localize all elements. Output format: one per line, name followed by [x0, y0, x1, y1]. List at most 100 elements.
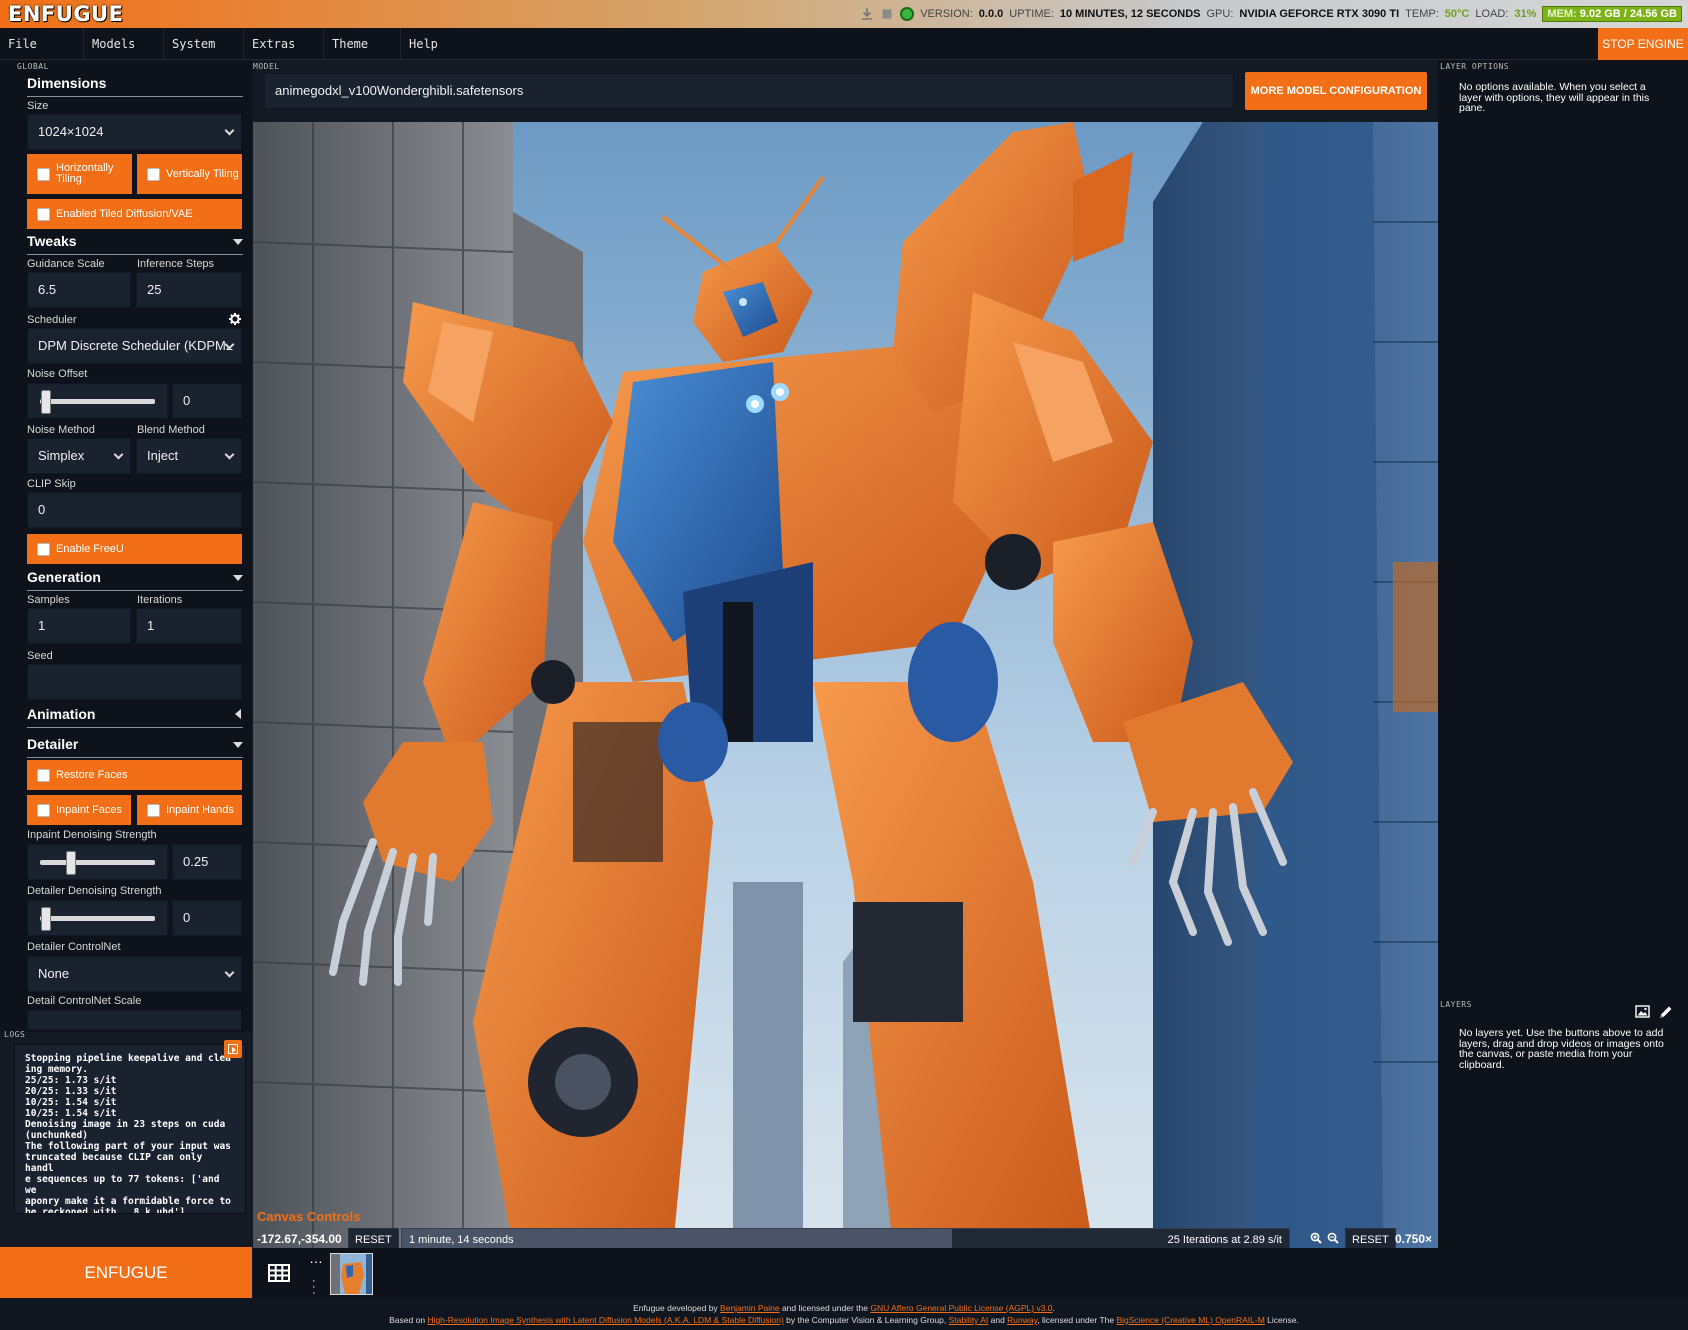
- caret-left-icon: [235, 709, 241, 719]
- restore-faces-checkbox[interactable]: Restore Faces: [27, 760, 242, 790]
- menu-theme[interactable]: Theme: [324, 28, 401, 60]
- dimensions-title: Dimensions: [27, 75, 107, 91]
- dimensions-header[interactable]: Dimensions: [27, 73, 243, 97]
- noise-offset-input[interactable]: 0: [172, 383, 242, 419]
- noise-offset-slider[interactable]: [27, 383, 168, 419]
- add-image-layer-icon[interactable]: [1635, 1005, 1650, 1018]
- download-icon[interactable]: [860, 7, 874, 21]
- footer-text: Based on: [389, 1315, 428, 1325]
- samples-label: Samples: [27, 594, 70, 606]
- samples-input[interactable]: 1: [27, 608, 131, 644]
- inference-steps-input[interactable]: 25: [136, 272, 242, 308]
- more-vertical-icon[interactable]: · · ·: [312, 1276, 316, 1299]
- reset-zoom-button[interactable]: RESET: [1345, 1228, 1396, 1250]
- layer-options-label: LAYER OPTIONS: [1440, 62, 1510, 71]
- checkbox-box[interactable]: [37, 768, 50, 782]
- detail-controlnet-scale-input[interactable]: [27, 1010, 242, 1030]
- size-label: Size: [27, 100, 49, 112]
- menu-file[interactable]: File: [0, 28, 84, 60]
- model-input[interactable]: animegodxl_v100Wonderghibli.safetensors: [264, 73, 1234, 109]
- inpaint-hands-checkbox[interactable]: Inpaint Hands: [137, 795, 242, 825]
- checkbox-box[interactable]: [37, 167, 50, 181]
- draw-layer-icon[interactable]: [1658, 1005, 1673, 1020]
- checkbox-box[interactable]: [37, 542, 50, 556]
- footer-text: by the Computer Vision & Learning Group,: [783, 1315, 949, 1325]
- enable-freeu-checkbox[interactable]: Enable FreeU: [27, 534, 242, 564]
- clip-skip-input[interactable]: 0: [27, 492, 242, 528]
- global-label: GLOBAL: [17, 62, 49, 71]
- menu-extras[interactable]: Extras: [244, 28, 324, 60]
- detailer-controlnet-value: None: [38, 966, 70, 981]
- detailer-controlnet-select[interactable]: None: [27, 956, 242, 992]
- iterations-input[interactable]: 1: [136, 608, 242, 644]
- inpaint-faces-checkbox[interactable]: Inpaint Faces: [27, 795, 131, 825]
- horizontally-tiling-label: Horizontally Tiling: [56, 162, 114, 185]
- generated-robot-image: [253, 122, 1438, 1248]
- reset-position-button[interactable]: RESET: [348, 1228, 399, 1250]
- checkbox-box[interactable]: [147, 167, 160, 181]
- openrail-link[interactable]: BigScience (Creative ML) OpenRAIL-M: [1116, 1315, 1264, 1325]
- canvas[interactable]: [253, 122, 1438, 1248]
- sample-thumbnail[interactable]: [330, 1253, 373, 1295]
- size-select[interactable]: 1024×1024: [27, 114, 242, 150]
- engine-status-icon: [900, 7, 915, 21]
- footer-text: and licensed under the: [779, 1303, 871, 1313]
- version-value: 0.0.0: [978, 8, 1004, 20]
- scheduler-select[interactable]: DPM Discrete Scheduler (KDPM2: [27, 328, 242, 364]
- tiled-diffusion-checkbox[interactable]: Enabled Tiled Diffusion/VAE: [27, 199, 242, 229]
- logs-output: Stopping pipeline keepalive and clea ing…: [14, 1044, 246, 1214]
- layers-text: No layers yet. Use the buttons above to …: [1459, 1027, 1664, 1071]
- chevron-down-icon: [224, 125, 235, 136]
- zoom-out-icon[interactable]: [1327, 1232, 1339, 1244]
- tweaks-title: Tweaks: [27, 233, 77, 249]
- menu-system[interactable]: System: [164, 28, 244, 60]
- detailer-denoising-slider[interactable]: [27, 900, 168, 936]
- runway-link[interactable]: Runway: [1007, 1315, 1037, 1325]
- progress-bar: 1 minute, 14 seconds 25 Iterations at 2.…: [401, 1228, 1290, 1250]
- horizontally-tiling-checkbox[interactable]: Horizontally Tiling: [27, 154, 132, 194]
- seed-input[interactable]: [27, 664, 242, 700]
- zoom-in-icon[interactable]: [1310, 1232, 1322, 1244]
- checkbox-box[interactable]: [147, 803, 160, 817]
- grid-view-icon[interactable]: [268, 1264, 290, 1282]
- gear-icon[interactable]: [229, 313, 241, 325]
- expand-logs-icon[interactable]: [224, 1040, 242, 1058]
- stop-engine-button[interactable]: STOP ENGINE: [1598, 28, 1688, 60]
- temp-value: 50°C: [1444, 8, 1470, 20]
- seed-label: Seed: [27, 650, 53, 662]
- animation-header[interactable]: Animation: [27, 704, 243, 728]
- menu-models[interactable]: Models: [84, 28, 164, 60]
- detailer-denoising-label: Detailer Denoising Strength: [27, 885, 162, 897]
- noise-method-select[interactable]: Simplex: [27, 438, 131, 474]
- more-model-configuration-button[interactable]: MORE MODEL CONFIGURATION: [1245, 72, 1427, 110]
- tiled-diffusion-label: Enabled Tiled Diffusion/VAE: [56, 207, 193, 220]
- slider-thumb[interactable]: [41, 907, 51, 931]
- tweaks-header[interactable]: Tweaks: [27, 231, 243, 255]
- enfugue-button[interactable]: ENFUGUE: [0, 1247, 252, 1298]
- paper-link[interactable]: High-Resolution Image Synthesis with Lat…: [427, 1315, 783, 1325]
- guidance-scale-input[interactable]: 6.5: [27, 272, 131, 308]
- gpu-value: NVIDIA GEFORCE RTX 3090 TI: [1239, 8, 1400, 20]
- more-horizontal-icon[interactable]: …: [309, 1251, 323, 1265]
- stability-link[interactable]: Stability AI: [949, 1315, 989, 1325]
- inpaint-hands-label: Inpaint Hands: [166, 803, 234, 816]
- footer-line-1: Enfugue developed by Benjamin Paine and …: [0, 1303, 1688, 1313]
- checkbox-box[interactable]: [37, 207, 50, 221]
- inpaint-denoising-slider[interactable]: [27, 844, 168, 880]
- menu-help[interactable]: Help: [401, 28, 481, 60]
- vertically-tiling-checkbox[interactable]: Vertically Tiling: [137, 154, 242, 194]
- detailer-denoising-input[interactable]: 0: [172, 900, 242, 936]
- footer-line-2: Based on High-Resolution Image Synthesis…: [0, 1315, 1688, 1325]
- detailer-header[interactable]: Detailer: [27, 734, 243, 758]
- generation-header[interactable]: Generation: [27, 567, 243, 591]
- slider-thumb[interactable]: [66, 851, 76, 875]
- checkbox-box[interactable]: [37, 803, 50, 817]
- license-link[interactable]: GNU Affero General Public License (AGPL)…: [870, 1303, 1052, 1313]
- slider-thumb[interactable]: [41, 390, 51, 414]
- blend-method-select[interactable]: Inject: [136, 438, 242, 474]
- inpaint-denoising-input[interactable]: 0.25: [172, 844, 242, 880]
- stop-icon[interactable]: [880, 7, 894, 21]
- author-link[interactable]: Benjamin Paine: [720, 1303, 780, 1313]
- slider-track: [40, 860, 155, 865]
- inference-steps-label: Inference Steps: [137, 258, 215, 270]
